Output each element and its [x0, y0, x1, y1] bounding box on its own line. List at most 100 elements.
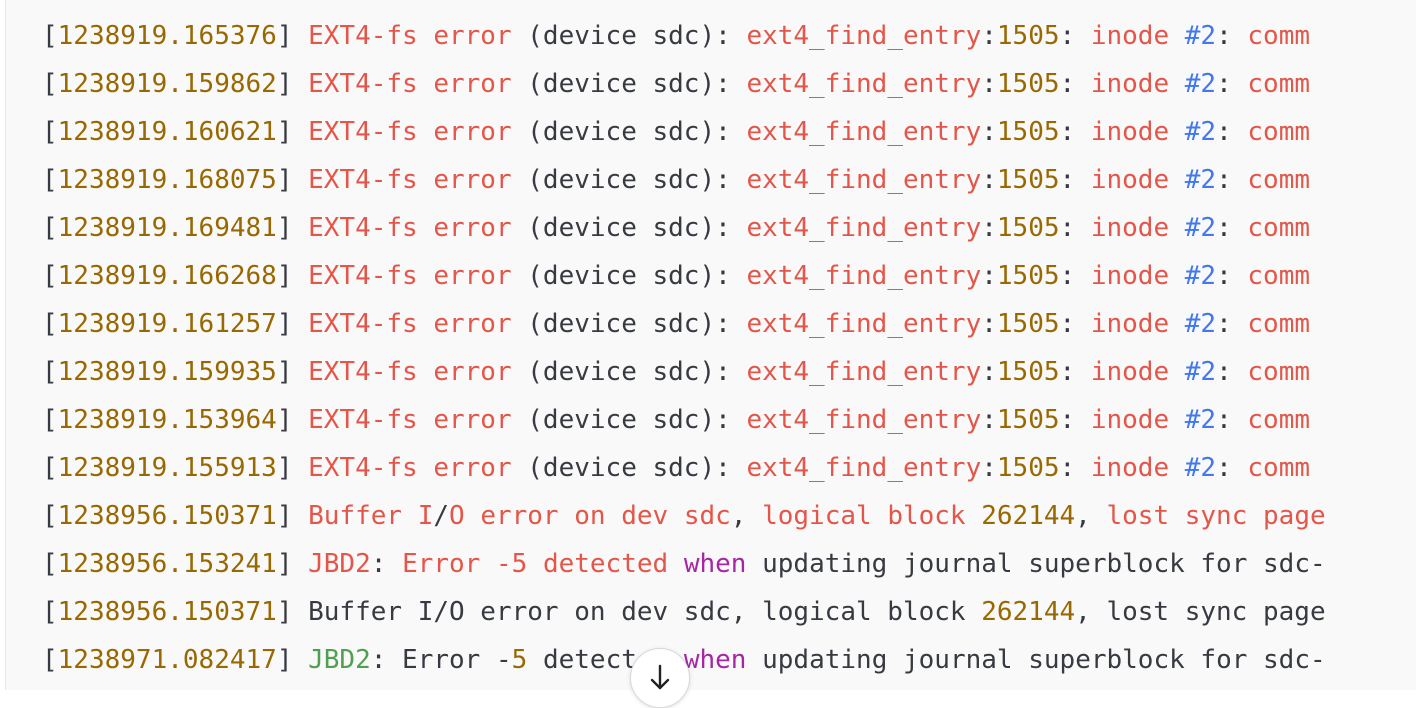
log-line: [1238919.159935] EXT4-fs error (device s… — [42, 348, 1326, 396]
log-token: ] — [276, 501, 309, 531]
log-token: 1238919.161257 — [57, 309, 277, 339]
log-line: [1238956.153241] JBD2: Error -5 detected… — [42, 540, 1326, 588]
log-line: [1238919.168075] EXT4-fs error (device s… — [42, 156, 1326, 204]
log-token — [1169, 309, 1185, 339]
log-token — [1169, 69, 1185, 99]
log-token: 1505 — [996, 357, 1060, 387]
log-line: [1238956.150371] Buffer I/O error on dev… — [42, 492, 1326, 540]
log-token: #2 — [1184, 165, 1217, 195]
log-token: ] — [276, 453, 309, 483]
log-token: (device sdc): — [511, 357, 747, 387]
log-token: : — [1059, 405, 1091, 435]
log-token: (device sdc): — [511, 309, 747, 339]
log-token: : — [1216, 213, 1248, 243]
log-token — [1169, 405, 1185, 435]
log-token: : — [1216, 117, 1248, 147]
log-token: [ — [42, 261, 58, 291]
log-token: 1505 — [996, 21, 1060, 51]
log-token: : — [981, 357, 997, 387]
log-token: #2 — [1184, 117, 1217, 147]
log-token: : — [981, 165, 997, 195]
log-token: #2 — [1184, 357, 1217, 387]
log-token: inode — [1090, 357, 1170, 387]
log-token: inode — [1090, 21, 1170, 51]
log-token: 1238919.166268 — [57, 261, 277, 291]
log-token: comm — [1247, 357, 1311, 387]
log-line: [1238919.153964] EXT4-fs error (device s… — [42, 396, 1326, 444]
log-token: O error on dev sdc — [449, 501, 731, 531]
log-token: comm — [1247, 21, 1311, 51]
log-token: 1505 — [996, 309, 1060, 339]
log-token: 1505 — [996, 453, 1060, 483]
code-block: [1238919.165376] EXT4-fs error (device s… — [5, 0, 1416, 690]
log-token: ext4_find_entry — [746, 261, 982, 291]
log-token: : — [1216, 405, 1248, 435]
log-token: #2 — [1184, 69, 1217, 99]
log-token: : — [1059, 21, 1091, 51]
log-line: [1238919.159862] EXT4-fs error (device s… — [42, 60, 1326, 108]
log-token: comm — [1247, 69, 1311, 99]
log-token — [1169, 117, 1185, 147]
log-line: [1238956.150371] Buffer I/O error on dev… — [42, 588, 1326, 636]
log-token: ] — [276, 165, 309, 195]
log-token: updating journal superblock for sdc- — [746, 645, 1326, 675]
log-token: : — [981, 309, 997, 339]
log-token: 262144 — [981, 597, 1076, 627]
log-token: : — [981, 213, 997, 243]
log-token: : — [1216, 453, 1248, 483]
log-token: (device sdc): — [511, 213, 747, 243]
log-token: : — [1216, 21, 1248, 51]
log-token: ext4_find_entry — [746, 213, 982, 243]
log-token: (device sdc): — [511, 69, 747, 99]
log-token: comm — [1247, 117, 1311, 147]
log-token: updating journal superblock for sdc- — [746, 549, 1326, 579]
log-token: : — [370, 549, 403, 579]
log-token: 1238919.165376 — [57, 21, 277, 51]
log-token: 1238956.150371 — [57, 501, 277, 531]
log-token: : — [981, 453, 997, 483]
log-token: EXT4-fs error — [308, 453, 512, 483]
log-token: ext4_find_entry — [746, 357, 982, 387]
log-token: ] — [276, 213, 309, 243]
log-token: 1505 — [996, 213, 1060, 243]
log-token: comm — [1247, 165, 1311, 195]
log-token — [668, 549, 684, 579]
log-token: ] — [276, 309, 309, 339]
log-token: [ — [42, 405, 58, 435]
log-token — [1169, 165, 1185, 195]
log-token: : — [1216, 357, 1248, 387]
log-token: : — [1059, 213, 1091, 243]
log-token: : — [1059, 357, 1091, 387]
scroll-to-bottom-button[interactable] — [630, 648, 690, 708]
log-token: #2 — [1184, 21, 1217, 51]
log-token: ext4_find_entry — [746, 21, 982, 51]
log-token: comm — [1247, 309, 1311, 339]
log-token: [ — [42, 21, 58, 51]
log-token: EXT4-fs error — [308, 21, 512, 51]
log-token: : Error - — [370, 645, 512, 675]
log-token: inode — [1090, 309, 1170, 339]
log-token: : — [981, 21, 997, 51]
log-token: : — [1216, 165, 1248, 195]
log-token: 5 — [511, 645, 528, 675]
log-token: when — [683, 549, 747, 579]
log-token: 1505 — [996, 405, 1060, 435]
log-token: 1505 — [996, 261, 1060, 291]
log-token: JBD2 — [308, 549, 371, 579]
log-token: : — [1059, 453, 1091, 483]
log-token: , — [1075, 501, 1107, 531]
log-token: 1238956.150371 — [57, 597, 277, 627]
log-token: ] — [276, 117, 309, 147]
log-token: , lost sync page — [1075, 597, 1326, 627]
log-token: [ — [42, 213, 58, 243]
log-token: : — [1216, 309, 1248, 339]
log-token: Error -5 detected — [402, 549, 669, 579]
log-token — [1169, 21, 1185, 51]
log-token: [ — [42, 117, 58, 147]
log-token: #2 — [1184, 405, 1217, 435]
log-token — [1169, 213, 1185, 243]
log-token: Buffer I — [308, 501, 434, 531]
log-token: EXT4-fs error — [308, 261, 512, 291]
log-token: #2 — [1184, 453, 1217, 483]
log-token: : — [1059, 117, 1091, 147]
